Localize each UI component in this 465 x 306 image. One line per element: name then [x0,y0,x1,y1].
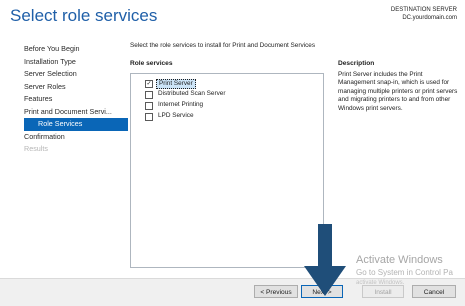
destination-server-info: DESTINATION SERVER DC.yourdomain.com [391,6,457,22]
nav-item-features[interactable]: Features [24,93,128,106]
nav-item-installation-type[interactable]: Installation Type [24,56,128,69]
cancel-button[interactable]: Cancel [412,285,456,298]
activation-watermark-subtitle: Go to System in Control Pa [356,268,453,277]
previous-button[interactable]: < Previous [254,285,298,298]
activation-watermark-title: Activate Windows [356,254,443,266]
description-text: Print Server includes the Print Manageme… [338,71,458,112]
role-item-internet-printing[interactable]: Internet Printing [131,100,323,111]
nav-item-confirmation[interactable]: Confirmation [24,131,128,144]
role-item-lpd-service[interactable]: LPD Service [131,111,323,122]
instruction-text: Select the role services to install for … [130,42,316,49]
down-arrow-icon [304,224,346,296]
nav-item-server-selection[interactable]: Server Selection [24,68,128,81]
role-item-print-server[interactable]: ✓ Print Server [131,78,323,89]
checkbox-lpd-service[interactable] [145,113,153,121]
role-item-distributed-scan-server[interactable]: Distributed Scan Server [131,89,323,100]
activation-watermark-hint: activate Windows. [356,280,405,286]
nav-item-print-document-services[interactable]: Print and Document Servi... [24,106,128,119]
destination-server-name: DC.yourdomain.com [402,15,457,21]
role-label-internet-printing: Internet Printing [158,101,204,108]
role-label-distributed-scan-server: Distributed Scan Server [158,90,226,97]
install-button: Install [362,285,404,298]
description-heading: Description [338,60,375,67]
wizard-nav: Before You Begin Installation Type Serve… [24,43,128,156]
checkbox-internet-printing[interactable] [145,102,153,110]
destination-label: DESTINATION SERVER [390,7,457,13]
role-services-heading: Role services [130,60,173,67]
checkbox-distributed-scan-server[interactable] [145,91,153,99]
nav-item-server-roles[interactable]: Server Roles [24,81,128,94]
role-services-list[interactable]: ✓ Print Server Distributed Scan Server I… [130,73,324,268]
checkbox-print-server[interactable]: ✓ [145,80,153,88]
role-label-print-server: Print Server [156,78,196,89]
nav-item-results: Results [24,144,48,153]
nav-item-before-you-begin[interactable]: Before You Begin [24,43,128,56]
nav-item-role-services[interactable]: Role Services [24,118,128,131]
page-title: Select role services [10,6,158,25]
role-label-lpd-service: LPD Service [158,112,194,119]
